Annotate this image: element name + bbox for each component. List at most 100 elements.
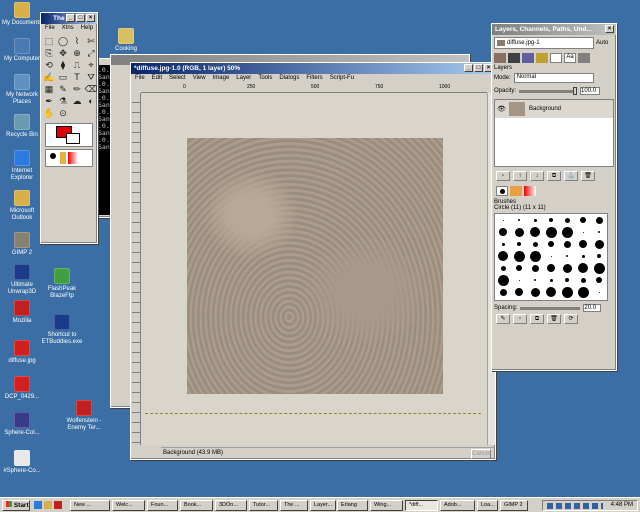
undo-tab-icon[interactable] — [536, 53, 548, 63]
brush-icon[interactable] — [545, 226, 557, 238]
refresh-brush-button[interactable]: ⟳ — [564, 314, 578, 324]
desktop-icon[interactable]: Microsoft Outlook — [0, 190, 44, 222]
tool-icon[interactable]: ⌫ — [84, 83, 98, 95]
tool-icon[interactable]: ⊕ — [70, 47, 84, 59]
tool-icon[interactable]: ⊙ — [56, 107, 70, 119]
desktop-icon[interactable]: Sphere-Col... — [0, 412, 44, 437]
image-select[interactable]: diffuse.jpg-1 — [494, 37, 594, 49]
opacity-field[interactable]: 100.0 — [580, 87, 601, 95]
brush-icon[interactable] — [578, 263, 588, 273]
tool-icon[interactable]: ⌇ — [70, 35, 84, 47]
brush-icon[interactable] — [531, 264, 539, 272]
brush-icon[interactable] — [497, 274, 509, 286]
tool-icon[interactable]: ☁ — [70, 95, 84, 107]
cancel-button[interactable]: Cancel — [471, 449, 491, 459]
brush-icon[interactable] — [594, 239, 604, 249]
taskbar-button[interactable]: Foun... — [147, 500, 178, 511]
desktop-icon[interactable]: Recycle Bin — [0, 114, 44, 139]
desktop-icon[interactable]: My Documents — [0, 2, 44, 27]
tool-icon[interactable]: ⎍ — [70, 59, 84, 71]
taskbar-button[interactable]: Book... — [180, 500, 213, 511]
canvas-area[interactable] — [141, 93, 487, 445]
layers-list[interactable]: 👁 Background — [494, 99, 614, 167]
menu-item[interactable]: View — [193, 74, 206, 83]
desktop-icon[interactable]: Cooking — [104, 28, 148, 53]
fonts-tab-icon[interactable] — [550, 53, 562, 63]
brush-icon[interactable] — [517, 242, 521, 246]
taskbar-button[interactable]: *diff... — [405, 500, 438, 511]
tool-icon[interactable]: ✋ — [42, 107, 56, 119]
layer-row[interactable]: 👁 Background — [495, 100, 613, 118]
brush-icon[interactable] — [580, 217, 586, 223]
tool-icon[interactable]: ▭ — [56, 71, 70, 83]
brush-icon[interactable] — [518, 279, 520, 281]
brush-icon[interactable] — [530, 227, 540, 237]
tool-icon[interactable]: ✄ — [84, 35, 98, 47]
tool-icon[interactable]: ◐ — [84, 95, 98, 107]
duplicate-brush-button[interactable]: ⧉ — [530, 314, 544, 324]
patterns-tab-icon[interactable] — [510, 186, 522, 196]
brushes-tab-icon[interactable] — [496, 186, 508, 196]
taskbar-button[interactable]: GIMP 2 — [500, 500, 528, 511]
new-brush-button[interactable]: ▫ — [513, 314, 527, 324]
brush-icon[interactable] — [548, 241, 554, 247]
image-canvas[interactable] — [187, 138, 443, 394]
brush-icon[interactable] — [563, 240, 571, 248]
tool-icon[interactable]: ⌖ — [84, 59, 98, 71]
taskbar-button[interactable]: Layer... — [310, 500, 336, 511]
taskbar-button[interactable]: Adob... — [440, 500, 475, 511]
brush-icon[interactable] — [581, 254, 585, 258]
desktop-icon[interactable]: Mozilla — [0, 300, 44, 325]
new-layer-button[interactable]: ▫ — [496, 171, 510, 181]
tool-icon[interactable]: T — [70, 71, 84, 83]
menu-item[interactable]: Tools — [258, 74, 272, 83]
quick-launch-icon[interactable] — [54, 501, 62, 509]
taskbar-button[interactable]: Wing... — [370, 500, 403, 511]
brush-icon[interactable] — [513, 250, 525, 262]
close-button[interactable]: × — [605, 25, 614, 33]
taskbar-button[interactable]: Erlang — [337, 500, 368, 511]
brush-icon[interactable] — [514, 227, 524, 237]
toolbox-titlebar[interactable]: The G _ □ × — [41, 13, 97, 24]
tool-icon[interactable]: ✍ — [42, 71, 56, 83]
brush-icon[interactable] — [502, 219, 504, 221]
paths-tab-icon[interactable] — [522, 53, 534, 63]
desktop-icon[interactable]: GIMP 2 — [0, 232, 44, 257]
brush-icon[interactable] — [501, 242, 505, 246]
opacity-slider[interactable] — [519, 86, 578, 95]
maximize-button[interactable]: □ — [76, 14, 85, 22]
brush-icon[interactable] — [550, 255, 552, 257]
desktop-icon[interactable]: FlashPeak BlazeFtp — [40, 268, 84, 300]
minimize-button[interactable]: _ — [464, 64, 473, 72]
brush-icon[interactable] — [516, 265, 522, 271]
brush-icon[interactable] — [515, 288, 523, 296]
brush-icon[interactable] — [549, 278, 553, 282]
brush-icon[interactable] — [518, 219, 520, 221]
brush-icon[interactable] — [498, 251, 508, 261]
tool-icon[interactable]: ✒ — [42, 95, 56, 107]
tool-icon[interactable]: ✥ — [56, 47, 70, 59]
desktop-icon[interactable]: #Sphere-Co... — [0, 450, 44, 475]
desktop-icon[interactable]: My Network Places — [0, 74, 44, 106]
taskbar-button[interactable]: Welc... — [112, 500, 145, 511]
spacing-field[interactable]: 20.0 — [583, 304, 602, 312]
tray-icons[interactable] — [547, 503, 603, 509]
layers-dock[interactable]: Layers, Channels, Paths, Und... × diffus… — [491, 23, 617, 371]
menu-item[interactable]: Edit — [152, 74, 162, 83]
tool-icon[interactable]: ⚗ — [56, 95, 70, 107]
brush-icon[interactable] — [532, 241, 538, 247]
layer-name[interactable]: Background — [529, 106, 561, 112]
brush-icon[interactable] — [500, 265, 506, 271]
layers-tab-icon[interactable] — [494, 53, 506, 63]
background-color[interactable] — [66, 133, 80, 144]
desktop-icon[interactable]: DCP_0429... — [0, 376, 44, 401]
menu-item[interactable]: Select — [169, 74, 186, 83]
text-tab-icon[interactable]: Aa — [564, 53, 576, 63]
maximize-button[interactable]: □ — [474, 64, 483, 72]
taskbar-button[interactable]: Tutor... — [249, 500, 278, 511]
tool-icon[interactable]: ⛛ — [84, 71, 98, 83]
brush-icon[interactable] — [566, 255, 568, 257]
menu-item[interactable]: Image — [213, 74, 230, 83]
desktop-icon[interactable]: My Computer — [0, 38, 44, 63]
brush-icon[interactable] — [546, 287, 556, 297]
